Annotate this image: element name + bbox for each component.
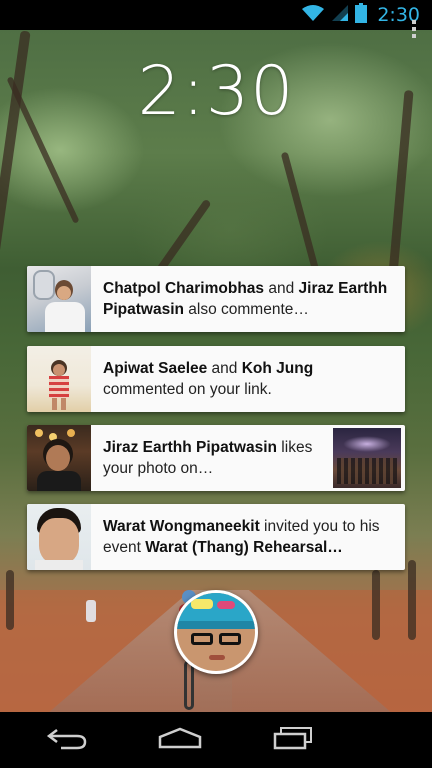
signal-icon [331, 4, 349, 26]
notification-text: Chatpol Charimobhas and Jiraz Earthh Pip… [103, 280, 388, 318]
notification-text: Apiwat Saelee and Koh Jung commented on … [103, 360, 314, 398]
notification-card[interactable]: Chatpol Charimobhas and Jiraz Earthh Pip… [27, 266, 405, 332]
photo-thumbnail [333, 428, 401, 488]
actor-name: Apiwat Saelee [103, 360, 208, 377]
navigation-bar [0, 712, 432, 768]
home-button[interactable] [145, 720, 215, 760]
notification-text: Warat Wongmaneekit invited you to his ev… [103, 518, 380, 556]
avatar [27, 504, 91, 570]
back-icon [45, 726, 89, 754]
menu-icon [410, 20, 418, 43]
avatar [27, 346, 91, 412]
menu-button[interactable] [410, 19, 418, 39]
actor-name: Warat Wongmaneekit [103, 518, 260, 535]
lock-clock: 2:30 [137, 52, 295, 131]
notification-text: Jiraz Earthh Pipatwasin likes your photo… [103, 439, 313, 477]
notification-card[interactable]: Apiwat Saelee and Koh Jung commented on … [27, 346, 405, 412]
event-name: Warat (Thang) Rehearsal… [145, 539, 343, 556]
avatar [27, 425, 91, 491]
actor-name: Chatpol Charimobhas [103, 280, 265, 297]
actor-name: Koh Jung [241, 360, 314, 377]
actor-name: Jiraz Earthh Pipatwasin [103, 439, 277, 456]
notification-card[interactable]: Warat Wongmaneekit invited you to his ev… [27, 504, 405, 570]
status-bar: 2:30 [0, 0, 432, 30]
avatar [27, 266, 91, 332]
recents-button[interactable] [258, 720, 328, 760]
notification-card[interactable]: Jiraz Earthh Pipatwasin likes your photo… [27, 425, 405, 491]
battery-icon [355, 3, 368, 27]
recents-icon [271, 726, 315, 754]
chat-head-avatar[interactable] [174, 590, 258, 674]
wifi-icon [301, 4, 325, 26]
home-icon [157, 727, 203, 753]
back-button[interactable] [32, 720, 102, 760]
